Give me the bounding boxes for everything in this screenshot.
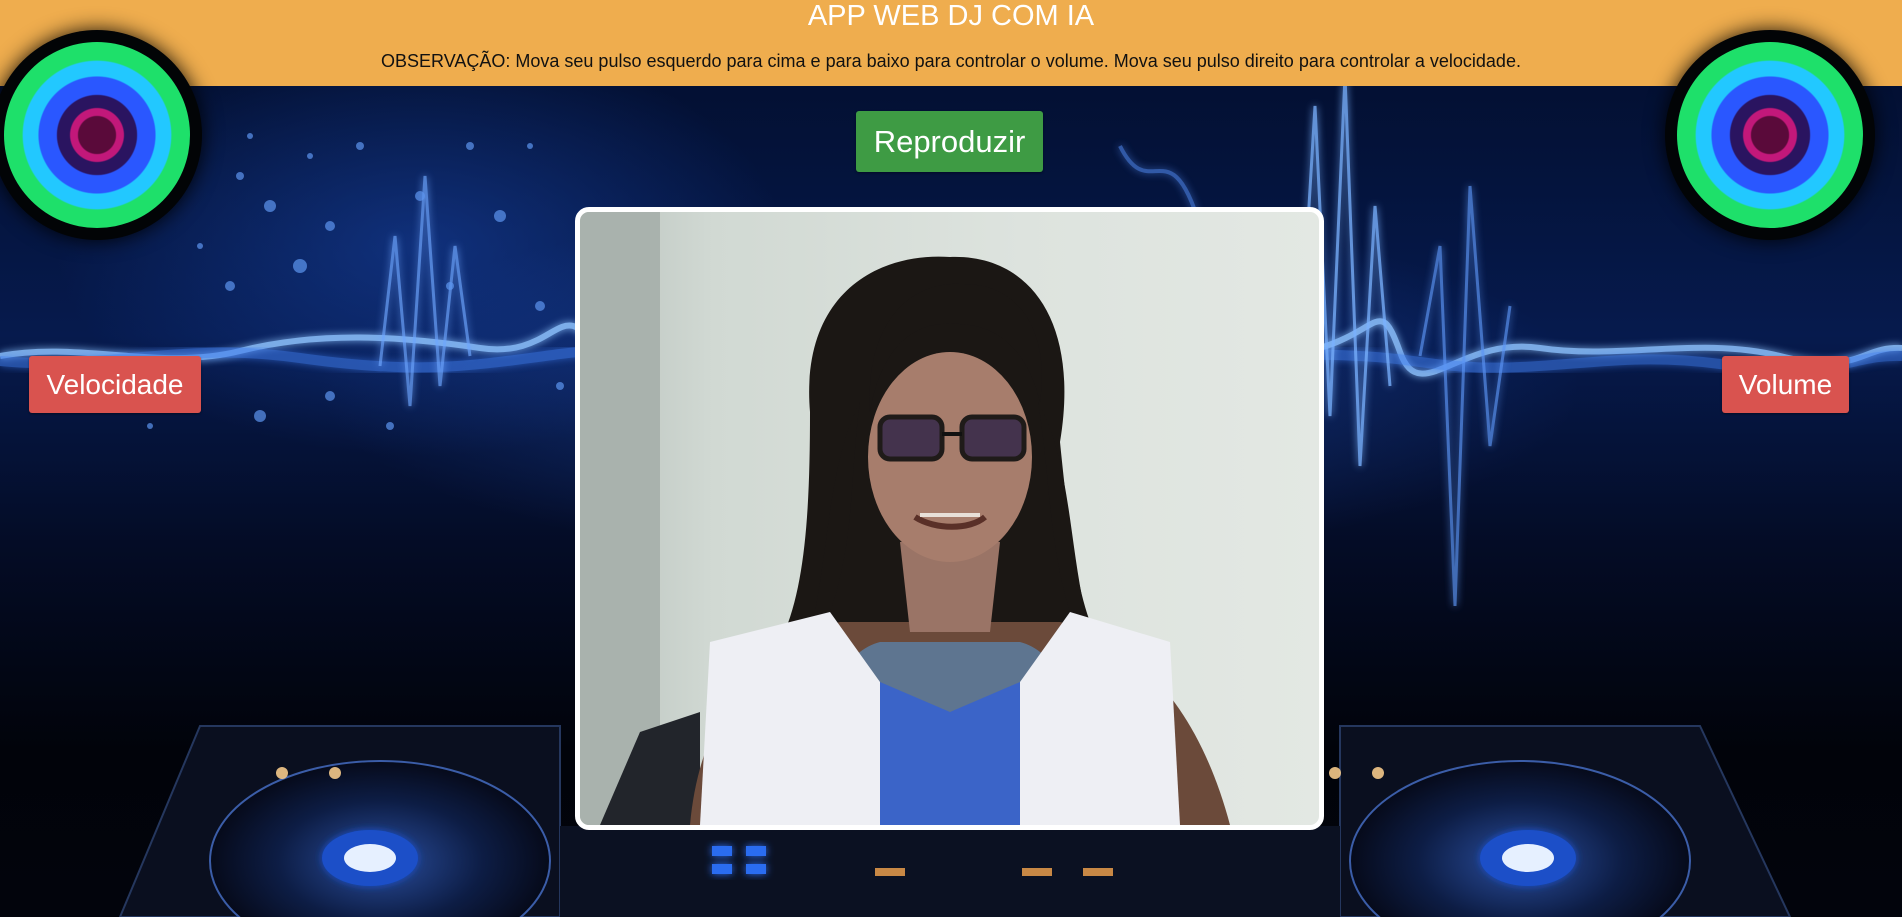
play-button[interactable]: Reproduzir xyxy=(856,111,1043,172)
instructions-note: OBSERVAÇÃO: Mova seu pulso esquerdo para… xyxy=(381,51,1521,71)
app-header: APP WEB DJ COM IA OBSERVAÇÃO: Mova seu p… xyxy=(0,0,1902,86)
speed-label[interactable]: Velocidade xyxy=(29,356,201,413)
volume-label[interactable]: Volume xyxy=(1722,356,1849,413)
webcam-person-image xyxy=(580,212,1230,825)
webcam-feed xyxy=(575,207,1324,830)
app-title: APP WEB DJ COM IA xyxy=(807,0,1095,32)
neon-speaker-icon xyxy=(1665,30,1875,240)
neon-speaker-icon xyxy=(0,30,202,240)
